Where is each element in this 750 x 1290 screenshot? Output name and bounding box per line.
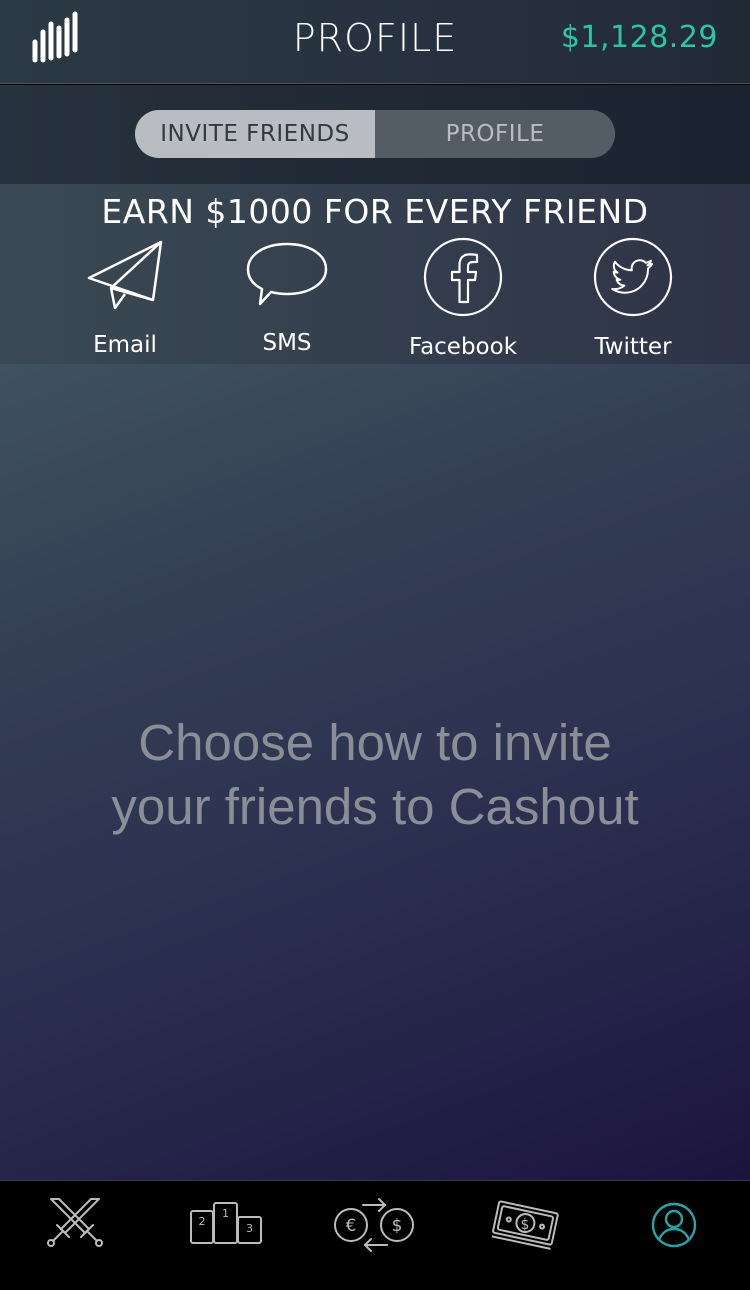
tab-exchange[interactable]: € $ [325, 1195, 425, 1255]
share-sms-label: SMS [262, 330, 312, 356]
tab-profile-nav[interactable] [624, 1195, 724, 1255]
twitter-icon [593, 237, 673, 317]
speech-bubble-icon [246, 242, 328, 306]
tab-battle[interactable] [25, 1195, 125, 1255]
share-sms-button[interactable]: SMS [207, 234, 367, 364]
share-twitter-button[interactable]: Twitter [553, 234, 713, 364]
banknote-icon: $ [491, 1200, 559, 1250]
podium-label-1: 1 [222, 1207, 229, 1220]
segmented-control: INVITE FRIENDS PROFILE [135, 110, 615, 158]
crossed-swords-icon [47, 1198, 103, 1247]
facebook-icon [423, 237, 503, 317]
euro-symbol: € [346, 1216, 357, 1236]
podium-label-2: 2 [199, 1215, 206, 1228]
dollar-symbol: $ [392, 1216, 403, 1236]
tab-invite-friends[interactable]: INVITE FRIENDS [135, 110, 375, 158]
share-email-label: Email [93, 332, 157, 358]
tab-profile[interactable]: PROFILE [375, 110, 615, 158]
invite-headline: EARN $1000 FOR EVERY FRIEND [101, 192, 649, 231]
segment-bar: INVITE FRIENDS PROFILE [0, 85, 750, 184]
currency-exchange-icon: € $ [334, 1198, 414, 1252]
share-facebook-button[interactable]: Facebook [383, 234, 543, 364]
invite-prompt: Choose how to invite your friends to Cas… [0, 711, 750, 839]
paper-plane-icon [87, 240, 163, 310]
tab-leaderboard[interactable]: 2 1 3 [176, 1195, 276, 1255]
app-header: PROFILE $1,128.29 [0, 0, 750, 84]
bottom-tab-bar: 2 1 3 € $ $ [0, 1180, 750, 1290]
main-content: Choose how to invite your friends to Cas… [0, 364, 750, 1180]
podium-icon: 2 1 3 [190, 1202, 262, 1244]
account-balance: $1,128.29 [560, 20, 718, 55]
share-facebook-label: Facebook [408, 334, 518, 360]
banknote-dollar-symbol: $ [521, 1217, 530, 1233]
invite-prompt-line-2: your friends to Cashout [111, 778, 639, 835]
invite-prompt-line-1: Choose how to invite [138, 714, 612, 771]
share-email-button[interactable]: Email [45, 234, 205, 364]
podium-label-3: 3 [246, 1222, 253, 1235]
tab-cashout[interactable]: $ [475, 1195, 575, 1255]
user-profile-icon [651, 1202, 697, 1248]
share-twitter-label: Twitter [594, 334, 672, 360]
invite-panel: EARN $1000 FOR EVERY FRIEND Email SMS Fa… [0, 184, 750, 364]
